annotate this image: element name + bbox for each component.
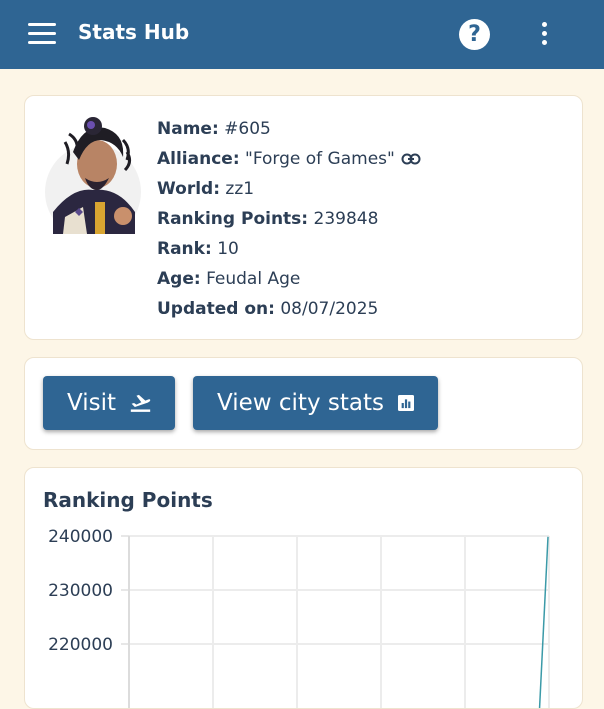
updated-value: 08/07/2025	[280, 299, 379, 319]
y-tick-label: 230000	[48, 581, 113, 601]
actions-card: Visit View city stats	[24, 357, 583, 450]
name-label: Name:	[157, 119, 219, 139]
ranking-points-chart: 240000 230000 220000	[48, 527, 550, 708]
name-value: #605	[224, 119, 271, 139]
ranking-points-label: Ranking Points:	[157, 209, 309, 229]
profile-info: Name: #605 Alliance: "Forge of Games" Wo…	[157, 114, 421, 324]
rank-value: 10	[217, 239, 239, 259]
alliance-label: Alliance:	[157, 149, 240, 169]
view-city-stats-button[interactable]: View city stats	[193, 376, 438, 430]
more-vert-icon[interactable]	[541, 22, 549, 48]
player-avatar	[45, 117, 141, 234]
airplane-takeoff-icon	[130, 394, 151, 412]
chart-title: Ranking Points	[43, 488, 213, 512]
ranking-points-chart-card: Ranking Points 240000 230000 220000	[24, 467, 583, 709]
rank-label: Rank:	[157, 239, 212, 259]
app-title: Stats Hub	[78, 20, 190, 44]
age-row: Age: Feudal Age	[157, 264, 421, 294]
series-line	[538, 536, 549, 708]
updated-label: Updated on:	[157, 299, 275, 319]
world-value: zz1	[225, 179, 255, 199]
y-tick-label: 220000	[48, 635, 113, 655]
age-label: Age:	[157, 269, 201, 289]
app-bar: Stats Hub ?	[0, 0, 604, 69]
updated-row: Updated on: 08/07/2025	[157, 294, 421, 324]
alliance-row: Alliance: "Forge of Games"	[157, 144, 421, 174]
rank-row: Rank: 10	[157, 234, 421, 264]
y-tick-label: 240000	[48, 527, 113, 547]
age-value: Feudal Age	[206, 269, 301, 289]
ranking-points-row: Ranking Points: 239848	[157, 204, 421, 234]
help-icon[interactable]: ?	[459, 19, 490, 50]
visit-label: Visit	[67, 390, 117, 416]
ranking-points-value: 239848	[313, 209, 379, 229]
world-row: World: zz1	[157, 174, 421, 204]
profile-card: Name: #605 Alliance: "Forge of Games" Wo…	[24, 95, 583, 340]
world-label: World:	[157, 179, 221, 199]
hamburger-menu-icon[interactable]	[28, 23, 56, 45]
view-city-stats-label: View city stats	[217, 390, 384, 416]
visit-button[interactable]: Visit	[43, 376, 175, 430]
link-icon[interactable]	[401, 153, 421, 165]
name-row: Name: #605	[157, 114, 421, 144]
analytics-icon	[397, 394, 414, 412]
alliance-value: "Forge of Games"	[245, 149, 395, 169]
